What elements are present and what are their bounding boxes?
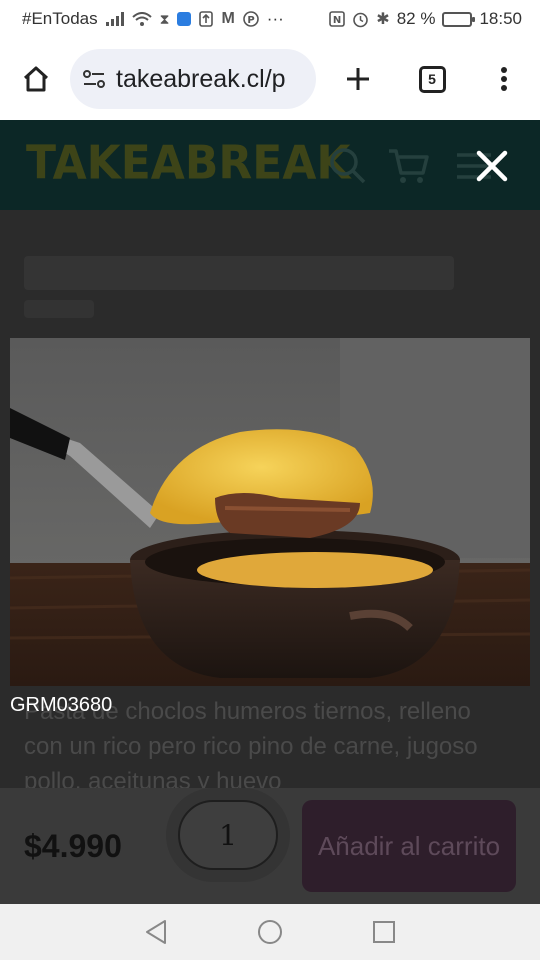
- alarm-icon: [352, 11, 369, 28]
- nfc-icon: N: [329, 11, 346, 27]
- status-bar: #EnTodas ⧗ M P ··· N ✱ 82 % 18:50: [0, 0, 540, 38]
- cart-button[interactable]: [386, 144, 430, 188]
- gmail-icon: M: [221, 10, 235, 27]
- pastel-de-choclo-image: [10, 338, 530, 686]
- quantity-input[interactable]: 1: [178, 800, 278, 870]
- tab-switcher-button[interactable]: 5: [410, 57, 454, 101]
- clock: 18:50: [479, 9, 522, 28]
- url-text: takeabreak.cl/p: [116, 64, 286, 93]
- site-logo[interactable]: TAKEABREAK: [26, 137, 350, 191]
- pinterest-icon: P: [242, 11, 259, 27]
- browser-menu-button[interactable]: [482, 57, 526, 101]
- shield-app-icon: [177, 12, 192, 26]
- blurred-heading: [24, 256, 454, 290]
- wifi-icon: [131, 11, 152, 27]
- battery-icon: [442, 11, 476, 27]
- site-header: TAKEABREAK: [0, 120, 540, 210]
- carrier-label: #EnTodas: [22, 9, 98, 28]
- home-button[interactable]: [14, 57, 58, 101]
- new-tab-button[interactable]: [336, 57, 380, 101]
- back-button[interactable]: [134, 910, 178, 954]
- product-price: $4.990: [24, 828, 122, 864]
- more-notifications: ···: [266, 9, 284, 28]
- close-icon: [476, 150, 508, 182]
- recents-button[interactable]: [362, 910, 406, 954]
- site-settings-icon[interactable]: [82, 69, 106, 89]
- signal-icon: [105, 12, 124, 26]
- kebab-menu-icon: [501, 67, 507, 91]
- search-icon: [330, 148, 366, 184]
- lightbox-close-button[interactable]: [470, 144, 514, 188]
- back-triangle-icon: [146, 920, 166, 944]
- system-nav-bar: [0, 904, 540, 960]
- purchase-bar: $4.990 1 Añadir al carrito: [0, 788, 540, 904]
- hourglass-icon: ⧗: [159, 10, 170, 27]
- add-to-cart-button[interactable]: Añadir al carrito: [302, 800, 516, 892]
- tab-count: 5: [418, 65, 446, 93]
- svg-text:N: N: [333, 15, 341, 26]
- upload-icon: [199, 11, 214, 27]
- blurred-subheading: [24, 300, 94, 318]
- svg-text:P: P: [247, 15, 254, 26]
- search-button[interactable]: [326, 144, 370, 188]
- bluetooth-icon: ✱: [376, 11, 390, 28]
- browser-toolbar: takeabreak.cl/p 5: [0, 38, 540, 120]
- home-nav-button[interactable]: [248, 910, 292, 954]
- plus-icon: [347, 68, 369, 90]
- url-bar[interactable]: takeabreak.cl/p: [70, 49, 316, 109]
- cart-icon: [389, 149, 429, 183]
- image-caption: GRM03680: [10, 694, 113, 716]
- home-icon: [23, 66, 49, 92]
- home-circle-icon: [258, 920, 282, 944]
- recents-square-icon: [373, 921, 395, 943]
- battery-percent: 82 %: [396, 9, 436, 28]
- product-photo: [10, 338, 530, 686]
